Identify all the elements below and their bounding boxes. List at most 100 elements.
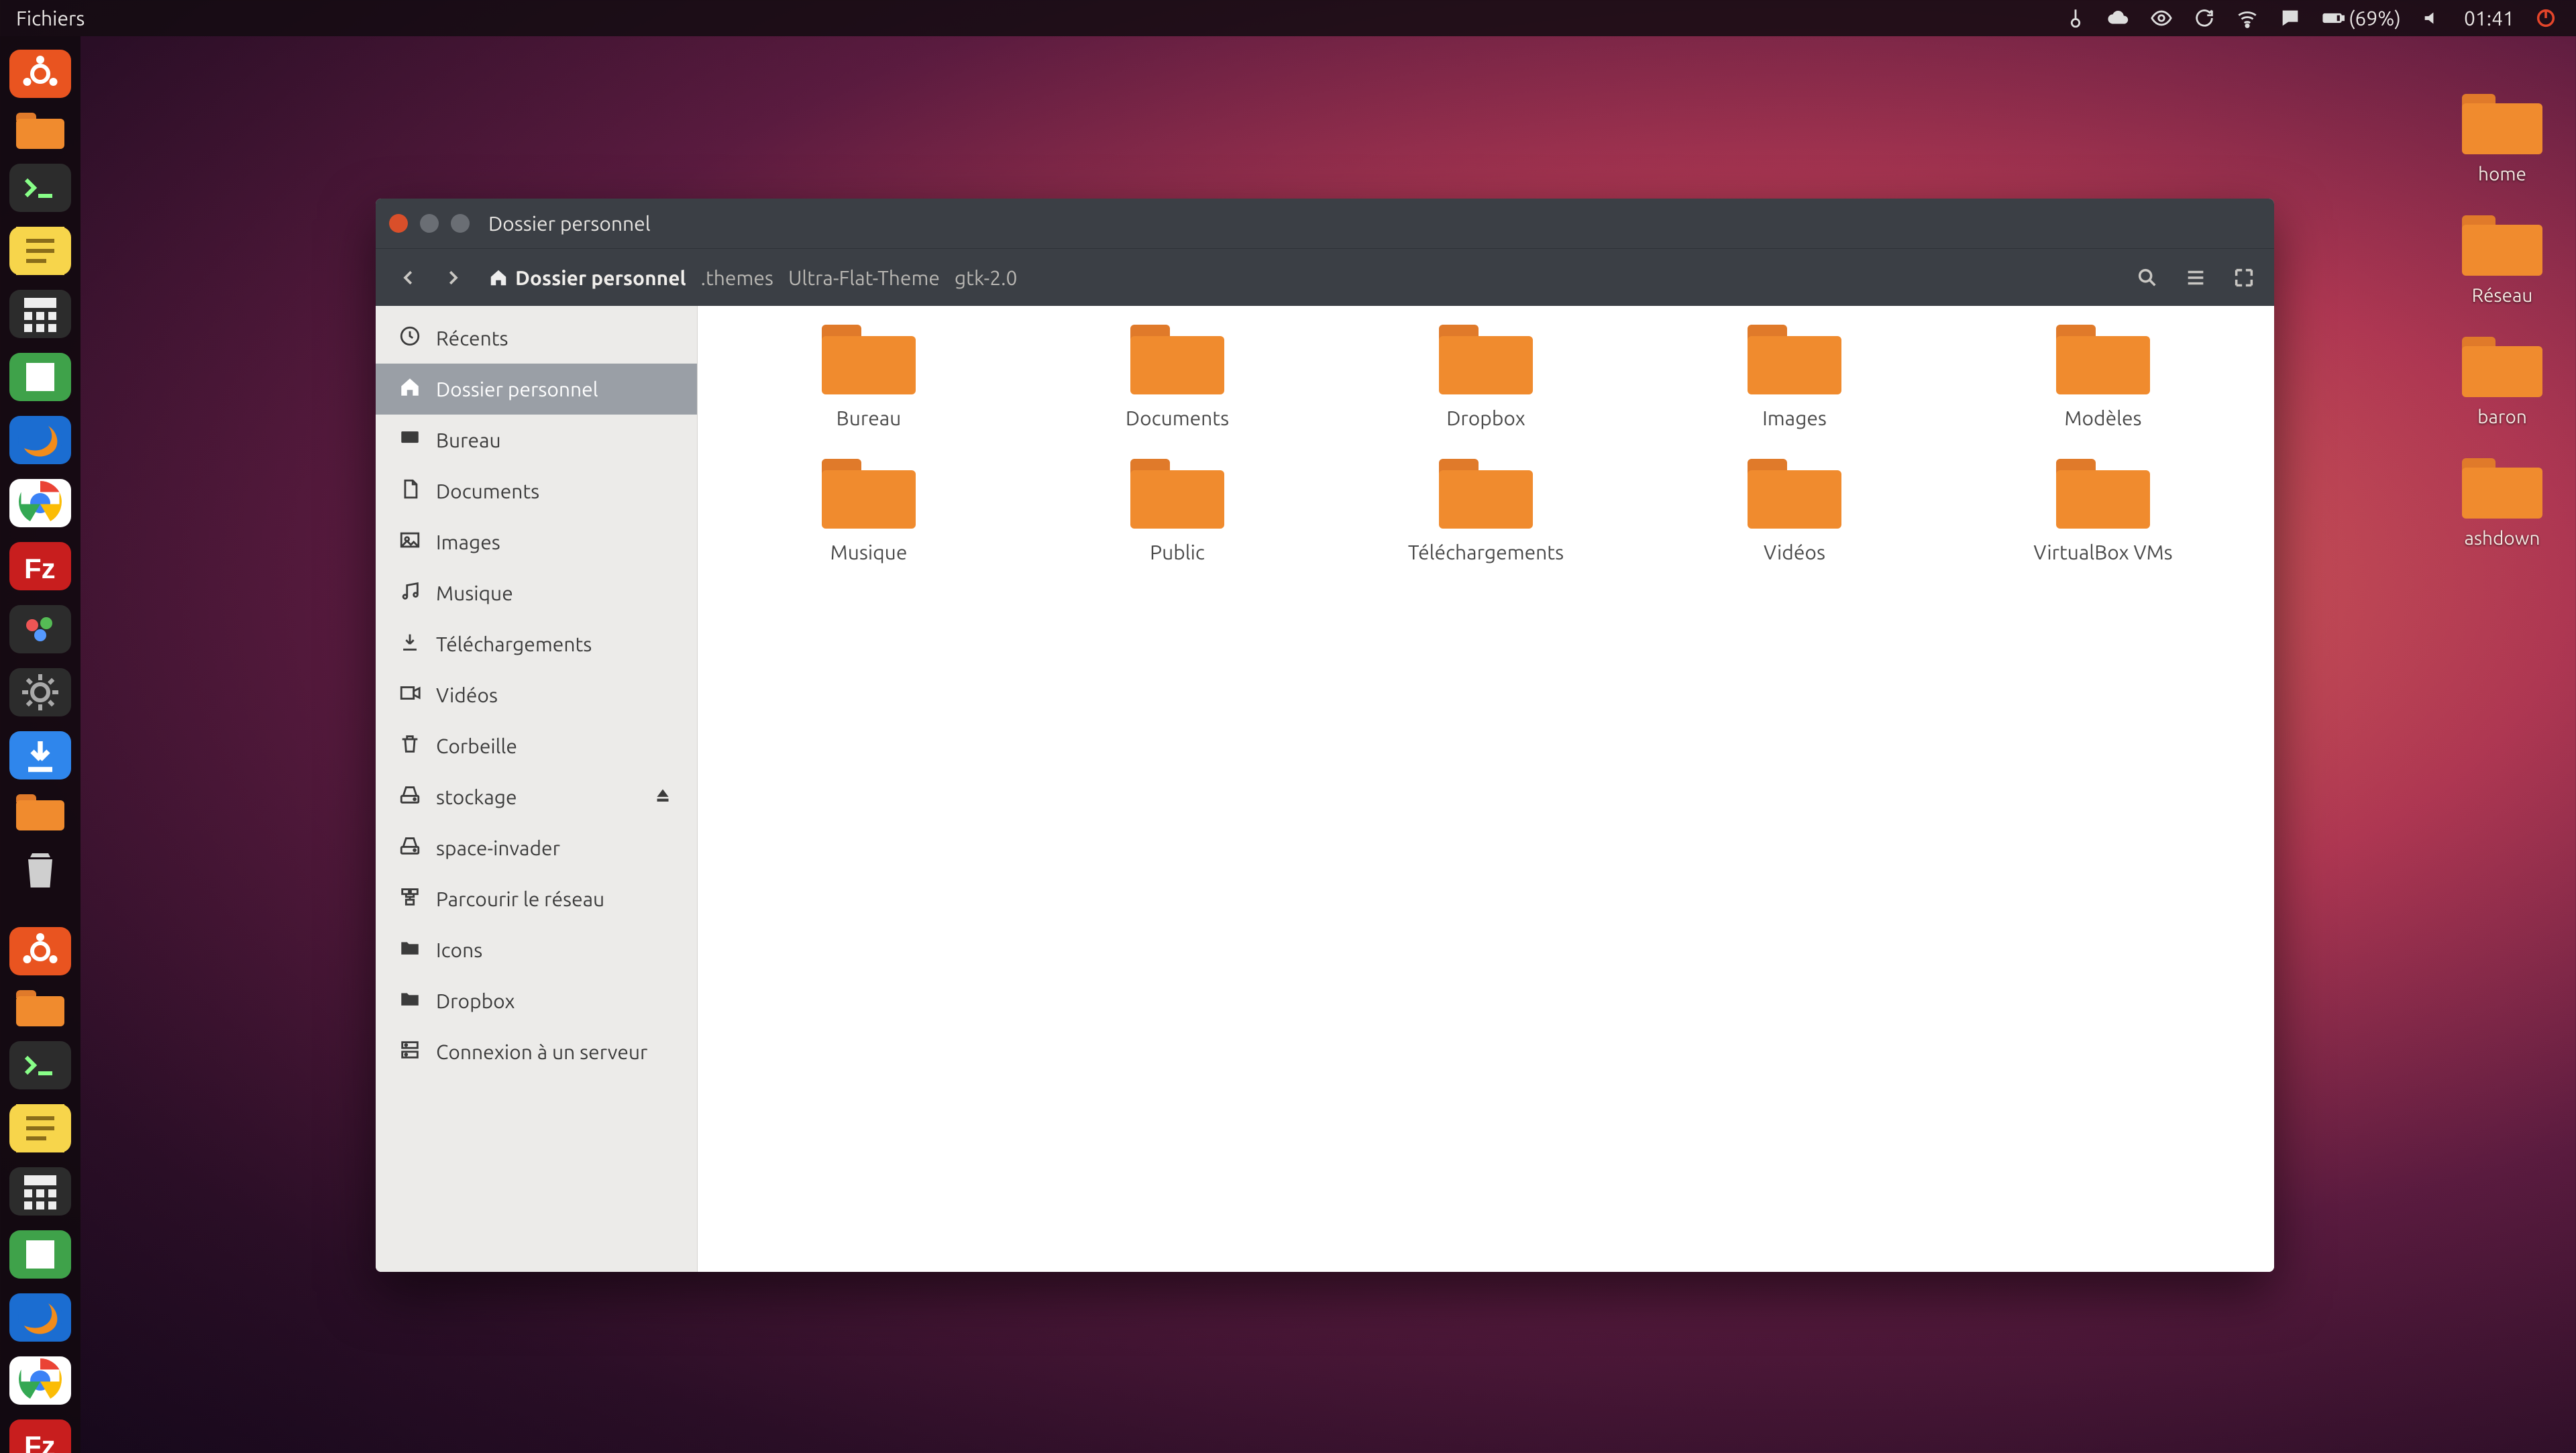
- sidebar-item-connexion-à-un-serveur[interactable]: Connexion à un serveur: [376, 1026, 697, 1077]
- folder-images[interactable]: Images: [1650, 325, 1939, 429]
- launcher-firefox[interactable]: [9, 416, 71, 464]
- folder-musique[interactable]: Musique: [724, 459, 1013, 563]
- launcher-dock: Fz Fz: [0, 36, 80, 1453]
- sidebar-item-vidéos[interactable]: Vidéos: [376, 669, 697, 720]
- launcher-ubuntu-dash[interactable]: [9, 50, 71, 98]
- sidebar-item-bureau[interactable]: Bureau: [376, 415, 697, 466]
- launcher-terminal[interactable]: [9, 1041, 71, 1089]
- desktop-folder-label: ashdown: [2465, 528, 2540, 549]
- trash-icon[interactable]: [9, 845, 71, 894]
- folder-bureau[interactable]: Bureau: [724, 325, 1013, 429]
- folder-label: Public: [1150, 541, 1205, 563]
- sidebar-item-label: Dropbox: [436, 989, 515, 1012]
- launcher-files[interactable]: [9, 113, 71, 149]
- launcher-ubuntu-dash[interactable]: [9, 927, 71, 975]
- launcher-calculator[interactable]: [9, 1167, 71, 1216]
- sidebar-item-label: Bureau: [436, 429, 501, 451]
- svg-text:Fz: Fz: [24, 553, 56, 584]
- search-icon[interactable]: [2135, 265, 2160, 290]
- window-toolbar: Dossier personnel .themes Ultra-Flat-Them…: [376, 248, 2274, 306]
- home-icon: [398, 376, 421, 402]
- desktop-folder-home[interactable]: home: [2449, 94, 2556, 184]
- launcher-libreoffice[interactable]: [9, 1230, 71, 1279]
- window-minimize-button[interactable]: [420, 214, 439, 233]
- breadcrumb-segment[interactable]: Ultra-Flat-Theme: [788, 266, 940, 289]
- sidebar-item-label: Corbeille: [436, 735, 517, 757]
- sidebar-item-label: Téléchargements: [436, 633, 592, 655]
- sidebar-item-musique[interactable]: Musique: [376, 568, 697, 618]
- folder-label: Images: [1762, 407, 1827, 429]
- breadcrumb: Dossier personnel .themes Ultra-Flat-Them…: [488, 266, 1017, 289]
- sidebar-item-dossier-personnel[interactable]: Dossier personnel: [376, 364, 697, 415]
- folder-icon: [398, 936, 421, 963]
- sidebar-item-dropbox[interactable]: Dropbox: [376, 975, 697, 1026]
- launcher-files[interactable]: [9, 990, 71, 1026]
- window-close-button[interactable]: [389, 214, 408, 233]
- sidebar-item-icons[interactable]: Icons: [376, 924, 697, 975]
- launcher-firefox[interactable]: [9, 1293, 71, 1342]
- drive-icon: [398, 835, 421, 861]
- clock[interactable]: 01:41: [2464, 7, 2514, 30]
- folder-label: Bureau: [837, 407, 902, 429]
- breadcrumb-segment[interactable]: .themes: [701, 266, 773, 289]
- menu-bar: Fichiers (69%) 01:41: [0, 0, 2576, 36]
- launcher-chrome[interactable]: [9, 1356, 71, 1405]
- power-icon[interactable]: [2534, 7, 2557, 30]
- launcher-calculator[interactable]: [9, 290, 71, 338]
- active-app-name: Fichiers: [16, 7, 85, 30]
- sidebar-item-space-invader[interactable]: space-invader: [376, 822, 697, 873]
- nav-forward-button[interactable]: [437, 262, 468, 293]
- list-view-icon[interactable]: [2183, 265, 2208, 290]
- launcher-filezilla[interactable]: Fz: [9, 1419, 71, 1453]
- sidebar-item-label: stockage: [436, 786, 517, 808]
- fullscreen-icon[interactable]: [2231, 265, 2257, 290]
- network-icon: [398, 885, 421, 912]
- sidebar-item-stockage[interactable]: stockage: [376, 771, 697, 822]
- desktop-folder-Réseau[interactable]: Réseau: [2449, 215, 2556, 306]
- folder-label: Modèles: [2064, 407, 2141, 429]
- desktop-folder-label: baron: [2477, 407, 2527, 427]
- sidebar-item-documents[interactable]: Documents: [376, 466, 697, 517]
- breadcrumb-home[interactable]: Dossier personnel: [488, 266, 686, 289]
- desktop-folder-ashdown[interactable]: ashdown: [2449, 458, 2556, 549]
- launcher-notes[interactable]: [9, 1104, 71, 1152]
- cloud-icon[interactable]: [2107, 7, 2130, 30]
- music-icon: [398, 580, 421, 606]
- chat-icon[interactable]: [2279, 7, 2302, 30]
- eye-icon[interactable]: [2150, 7, 2173, 30]
- volume-icon[interactable]: [2421, 7, 2444, 30]
- folder-label: Vidéos: [1764, 541, 1825, 563]
- folder-public[interactable]: Public: [1033, 459, 1322, 563]
- window-maximize-button[interactable]: [451, 214, 470, 233]
- desktop-folder-baron[interactable]: baron: [2449, 337, 2556, 427]
- launcher-chrome[interactable]: [9, 479, 71, 527]
- wifi-icon[interactable]: [2236, 7, 2259, 30]
- launcher-libreoffice[interactable]: [9, 353, 71, 401]
- sidebar-item-images[interactable]: Images: [376, 517, 697, 568]
- launcher-filezilla[interactable]: Fz: [9, 542, 71, 590]
- folder-virtualbox-vms[interactable]: VirtualBox VMs: [1959, 459, 2247, 563]
- launcher-terminal[interactable]: [9, 164, 71, 212]
- battery-icon[interactable]: (69%): [2322, 7, 2401, 30]
- launcher-folder-app[interactable]: [9, 794, 71, 830]
- sidebar-item-corbeille[interactable]: Corbeille: [376, 720, 697, 771]
- thermometer-icon[interactable]: [2064, 7, 2087, 30]
- desktop-folder-label: home: [2478, 164, 2526, 184]
- folder-modèles[interactable]: Modèles: [1959, 325, 2247, 429]
- folder-vidéos[interactable]: Vidéos: [1650, 459, 1939, 563]
- window-titlebar[interactable]: Dossier personnel: [376, 199, 2274, 248]
- sidebar-item-parcourir-le-réseau[interactable]: Parcourir le réseau: [376, 873, 697, 924]
- sidebar-item-récents[interactable]: Récents: [376, 313, 697, 364]
- launcher-settings[interactable]: [9, 668, 71, 716]
- sync-icon[interactable]: [2193, 7, 2216, 30]
- folder-téléchargements[interactable]: Téléchargements: [1342, 459, 1630, 563]
- eject-icon[interactable]: [651, 784, 674, 810]
- folder-dropbox[interactable]: Dropbox: [1342, 325, 1630, 429]
- breadcrumb-segment[interactable]: gtk-2.0: [955, 266, 1018, 289]
- launcher-notes[interactable]: [9, 227, 71, 275]
- launcher-photos[interactable]: [9, 605, 71, 653]
- nav-back-button[interactable]: [393, 262, 424, 293]
- folder-documents[interactable]: Documents: [1033, 325, 1322, 429]
- sidebar-item-téléchargements[interactable]: Téléchargements: [376, 618, 697, 669]
- launcher-downloads[interactable]: [9, 731, 71, 779]
